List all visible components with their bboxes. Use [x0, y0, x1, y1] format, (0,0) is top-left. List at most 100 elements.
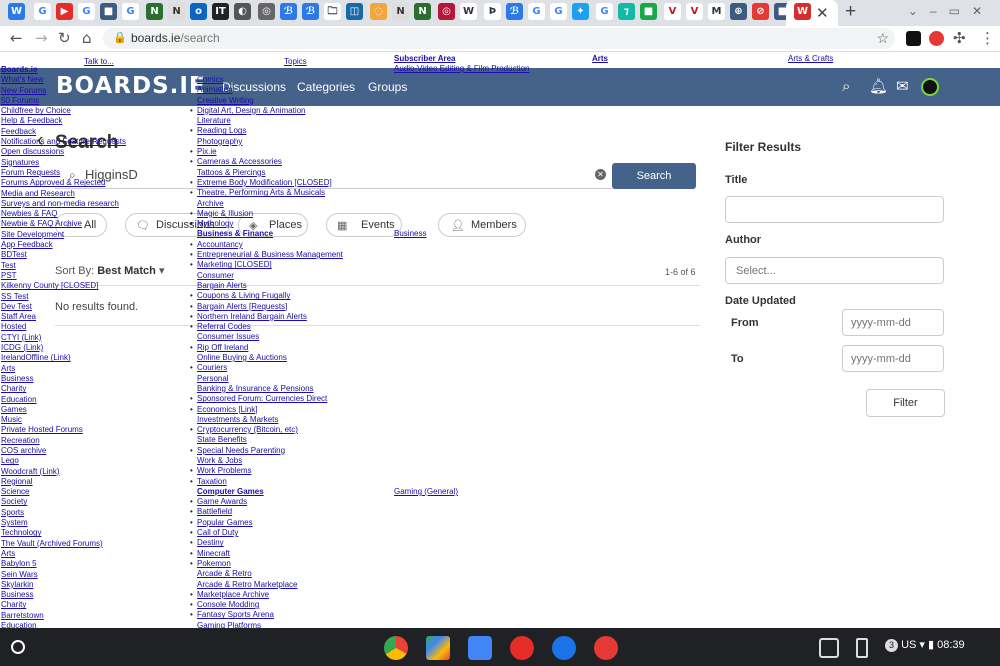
- tab-favicon[interactable]: G: [78, 3, 95, 20]
- forum-link[interactable]: Battlefield: [190, 507, 343, 518]
- bookmark-star-icon[interactable]: ☆: [876, 30, 889, 47]
- tab-favicon[interactable]: ■: [640, 3, 657, 20]
- home-icon[interactable]: ⌂: [82, 29, 92, 47]
- play-store-icon[interactable]: [426, 636, 450, 660]
- forum-link[interactable]: Science: [1, 487, 126, 497]
- forum-link[interactable]: Forums Approved & Rejected: [1, 178, 126, 188]
- forum-link[interactable]: Arcade & Retro Marketplace: [197, 580, 343, 590]
- forum-link[interactable]: Feedback: [1, 127, 126, 137]
- forum-link[interactable]: Cryptocurrency (Bitcoin, etc): [190, 425, 343, 436]
- tab-favicon[interactable]: ◌: [370, 3, 387, 20]
- forum-link[interactable]: Comics: [197, 75, 343, 85]
- tab-favicon[interactable]: N: [414, 3, 431, 20]
- extension-icon[interactable]: [906, 31, 921, 46]
- forum-link[interactable]: Dev Test: [1, 302, 126, 312]
- bell-icon[interactable]: 🔔︎: [869, 77, 888, 95]
- puzzle-icon[interactable]: ✣: [953, 29, 966, 47]
- tab-favicon[interactable]: ℬ: [506, 3, 523, 20]
- forum-link[interactable]: Computer Games: [197, 487, 343, 497]
- youtube-icon[interactable]: [510, 636, 534, 660]
- forum-link[interactable]: Signatures: [1, 158, 126, 168]
- search-icon[interactable]: ⌕: [842, 77, 850, 95]
- tab-favicon[interactable]: W: [8, 3, 25, 20]
- forum-link[interactable]: Arts: [1, 364, 126, 374]
- forum-link[interactable]: Recreation: [1, 436, 126, 446]
- forum-link[interactable]: New Forums: [1, 86, 126, 96]
- search-button[interactable]: Search: [612, 163, 696, 189]
- forum-link[interactable]: Boards.ie: [1, 65, 126, 75]
- forum-link[interactable]: Regional: [1, 477, 126, 487]
- forum-link[interactable]: Business & Finance: [197, 229, 343, 239]
- overlay-link[interactable]: Arts: [592, 54, 608, 64]
- menu-icon[interactable]: ⋮: [980, 29, 995, 47]
- overlay-link[interactable]: Subscriber Area: [394, 54, 456, 64]
- tab-favicon[interactable]: ◐: [234, 3, 251, 20]
- overlay-link[interactable]: Topics: [284, 57, 307, 67]
- forum-link[interactable]: Help & Feedback: [1, 116, 126, 126]
- forum-link[interactable]: CTYI (Link): [1, 333, 126, 343]
- filter-button[interactable]: Filter: [866, 389, 945, 417]
- tab-favicon[interactable]: V: [686, 3, 703, 20]
- forum-link[interactable]: Business: [1, 374, 126, 384]
- tab-favicon[interactable]: 🗀: [324, 3, 341, 20]
- forum-link[interactable]: App Feedback: [1, 240, 126, 250]
- forum-link[interactable]: The Vault (Archived Forums): [1, 539, 126, 549]
- tab-favicon[interactable]: G: [528, 3, 545, 20]
- forum-link[interactable]: Referral Codes: [190, 322, 343, 333]
- tab-favicon[interactable]: G: [550, 3, 567, 20]
- tab-favicon[interactable]: ⊕: [730, 3, 747, 20]
- date-from-input[interactable]: [842, 309, 944, 336]
- back-icon[interactable]: ←: [10, 29, 23, 47]
- tab-favicon[interactable]: Þ: [484, 3, 501, 20]
- phone-icon[interactable]: [856, 638, 868, 658]
- overlay-link[interactable]: Business: [394, 229, 426, 239]
- forum-link[interactable]: Literature: [197, 116, 343, 126]
- forum-link[interactable]: Economics [Link]: [190, 405, 343, 416]
- forum-link[interactable]: 50 Forums: [1, 96, 126, 106]
- forum-link[interactable]: Online Buying & Auctions: [197, 353, 343, 363]
- forum-link[interactable]: Charity: [1, 384, 126, 394]
- forum-link[interactable]: Hosted: [1, 322, 126, 332]
- forum-link[interactable]: Destiny: [190, 538, 343, 549]
- tab-favicon[interactable]: o: [190, 3, 207, 20]
- forum-link[interactable]: Photography: [197, 137, 343, 147]
- forum-link[interactable]: Music: [1, 415, 126, 425]
- tab-favicon[interactable]: ▶: [56, 3, 73, 20]
- forum-link[interactable]: Personal: [197, 374, 343, 384]
- forum-link[interactable]: BDTest: [1, 250, 126, 260]
- date-to-input[interactable]: [842, 345, 944, 372]
- forum-link[interactable]: Popular Games: [190, 518, 343, 529]
- forward-icon[interactable]: →: [35, 29, 48, 47]
- forum-link[interactable]: Games: [1, 405, 126, 415]
- forum-link[interactable]: Gaming Platforms: [197, 621, 343, 628]
- chrome-icon[interactable]: [384, 636, 408, 660]
- forum-link[interactable]: Couriers: [190, 363, 343, 374]
- tab-favicon[interactable]: ◫: [346, 3, 363, 20]
- forum-link[interactable]: State Benefits: [197, 435, 343, 445]
- forum-link[interactable]: Entrepreneurial & Business Management: [190, 250, 343, 261]
- forum-link[interactable]: PST: [1, 271, 126, 281]
- forum-link[interactable]: What's New: [1, 75, 126, 85]
- tab-favicon[interactable]: ℬ: [302, 3, 319, 20]
- forum-link[interactable]: System: [1, 518, 126, 528]
- forum-link[interactable]: Arts: [1, 549, 126, 559]
- forum-link[interactable]: Accountancy: [190, 240, 343, 251]
- overlay-link[interactable]: Gaming (General): [394, 487, 458, 497]
- tab-favicon[interactable]: N: [146, 3, 163, 20]
- tab-favicon[interactable]: ✦: [572, 3, 589, 20]
- tab-favicon[interactable]: ⁊: [618, 3, 635, 20]
- forum-link[interactable]: Minecraft: [190, 549, 343, 560]
- forum-link[interactable]: Education: [1, 621, 126, 628]
- filter-members-tab[interactable]: 👤︎ Members: [438, 213, 526, 237]
- forum-link[interactable]: IrelandOffline (Link): [1, 353, 126, 363]
- status-tray[interactable]: 3 US ▾ ▮ 08:39: [885, 638, 965, 652]
- app-icon[interactable]: [594, 636, 618, 660]
- forum-link[interactable]: Staff Area: [1, 312, 126, 322]
- extension-icon[interactable]: [929, 31, 944, 46]
- overlay-link[interactable]: Arts & Crafts: [788, 54, 833, 64]
- forum-link[interactable]: Call of Duty: [190, 528, 343, 539]
- omnibox[interactable]: 🔒 boards.ie/search ☆: [103, 28, 895, 49]
- tab-favicon[interactable]: ℬ: [280, 3, 297, 20]
- forum-link[interactable]: Work Problems: [190, 466, 343, 477]
- forum-link[interactable]: Babylon 5: [1, 559, 126, 569]
